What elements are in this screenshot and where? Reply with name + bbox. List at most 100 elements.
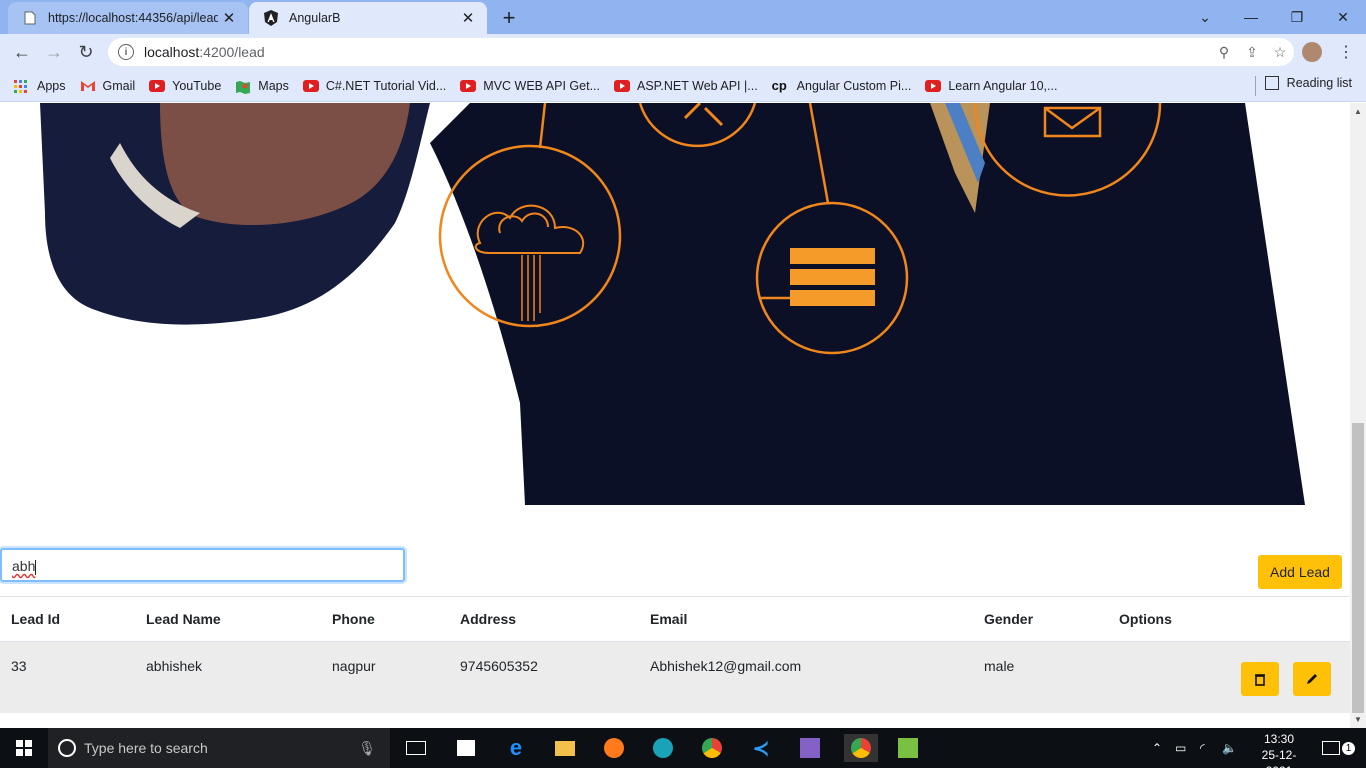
menu-kebab-icon[interactable]: ⋮ [1338, 42, 1354, 62]
youtube-icon [149, 79, 166, 92]
gmail-icon [80, 80, 96, 92]
url-text[interactable]: localhost:4200/lead [144, 44, 1210, 60]
close-tab-icon[interactable]: ✕ [218, 9, 240, 27]
header-email: Email [650, 611, 688, 627]
angular-icon [263, 10, 279, 26]
windows-start-icon[interactable] [10, 734, 38, 762]
close-window-icon[interactable]: ✕ [1320, 0, 1366, 34]
task-view-icon[interactable] [402, 734, 430, 762]
youtube-icon [460, 79, 477, 92]
header-phone: Phone [332, 611, 375, 627]
bookmarks-bar: Apps Gmail YouTube Maps C#.NET Tutorial … [0, 70, 1366, 102]
maps-icon [235, 80, 251, 94]
delete-lead-button[interactable] [1241, 662, 1279, 696]
header-lead-name: Lead Name [146, 611, 221, 627]
tab-title: https://localhost:44356/api/lead [48, 11, 218, 25]
reload-icon[interactable]: ↻ [74, 40, 98, 64]
profile-avatar[interactable] [1302, 42, 1322, 62]
bookmark-aspnet-web-api[interactable]: ASP.NET Web API |... [614, 79, 758, 93]
browser-toolbar: ← → ↻ i localhost:4200/lead ⚲ ⇪ ☆ ⋮ [0, 34, 1366, 70]
windows-taskbar: Type here to search 🎙 e ≺ ⌃ ▭ ◜ 🔈 13:30 … [0, 728, 1366, 778]
cell-email: Abhishek12@gmail.com [650, 658, 802, 674]
firefox-icon[interactable] [600, 734, 628, 762]
taskbar-search-box[interactable]: Type here to search 🎙 [48, 728, 390, 768]
add-lead-button[interactable]: Add Lead [1258, 555, 1342, 589]
table-row: 33 abhishek nagpur 9745605352 Abhishek12… [0, 641, 1350, 713]
volume-icon[interactable]: 🔈 [1222, 728, 1237, 768]
search-icon [58, 739, 76, 757]
tab-api-lead[interactable]: https://localhost:44356/api/lead ✕ [8, 2, 248, 34]
back-icon[interactable]: ← [10, 40, 34, 64]
cell-phone: nagpur [332, 658, 376, 674]
forward-icon[interactable]: → [42, 40, 66, 64]
cell-gender: male [984, 658, 1015, 674]
chrome-icon[interactable] [698, 734, 726, 762]
file-explorer-icon[interactable] [551, 734, 579, 762]
header-options: Options [1119, 611, 1172, 627]
apps-grid-icon [14, 79, 30, 93]
bookmark-youtube[interactable]: YouTube [149, 79, 221, 93]
header-address: Address [460, 611, 517, 627]
page-content: abh Add Lead Lead Id Lead Name Phone Add… [0, 103, 1350, 728]
edge-icon[interactable] [649, 734, 677, 762]
tab-angularb[interactable]: AngularB ✕ [249, 2, 487, 34]
cell-address: 9745605352 [460, 658, 538, 674]
snipping-tool-icon[interactable] [894, 734, 922, 762]
wifi-icon[interactable]: ◜ [1200, 728, 1205, 768]
reading-list-icon [1264, 76, 1279, 90]
youtube-icon [614, 79, 630, 92]
leads-table: Lead Id Lead Name Phone Address Email Ge… [0, 596, 1350, 713]
minimize-icon[interactable]: — [1228, 0, 1274, 34]
bookmark-angular-custom-pipe[interactable]: cp Angular Custom Pi... [772, 78, 912, 93]
visual-studio-icon[interactable] [796, 734, 824, 762]
scroll-up-icon[interactable]: ▲ [1354, 107, 1362, 116]
notification-count-badge: 1 [1342, 741, 1355, 755]
bookmark-apps[interactable]: Apps [14, 79, 66, 93]
close-tab-icon[interactable]: ✕ [457, 9, 479, 27]
vscode-icon[interactable]: ≺ [747, 734, 775, 762]
restore-icon[interactable]: ❐ [1274, 0, 1320, 34]
system-clock[interactable]: 13:30 25-12-2021 [1256, 731, 1302, 779]
youtube-icon [302, 79, 319, 92]
header-gender: Gender [984, 611, 1034, 627]
edit-lead-button[interactable] [1293, 662, 1331, 696]
hero-banner-image [0, 103, 1350, 505]
share-icon[interactable]: ⇪ [1238, 44, 1266, 61]
trash-icon [1255, 673, 1265, 686]
bookmark-csharp-tutorial[interactable]: C#.NET Tutorial Vid... [302, 79, 446, 93]
pencil-icon [1307, 674, 1317, 684]
new-tab-button[interactable]: + [498, 5, 520, 31]
tab-strip: https://localhost:44356/api/lead ✕ Angul… [0, 0, 1366, 34]
tab-search-icon[interactable]: ⌄ [1182, 0, 1228, 34]
notification-center-icon[interactable]: 1 [1322, 728, 1355, 768]
show-hidden-icons[interactable]: ⌃ [1152, 728, 1162, 768]
bookmark-star-icon[interactable]: ☆ [1266, 44, 1294, 61]
reading-list-button[interactable]: Reading list [1264, 76, 1352, 90]
page-scrollbar[interactable]: ▲ ▼ [1350, 103, 1366, 728]
battery-icon[interactable]: ▭ [1175, 728, 1186, 768]
bookmark-learn-angular[interactable]: Learn Angular 10,... [925, 79, 1057, 93]
site-info-icon[interactable]: i [118, 44, 134, 60]
text-caret [35, 559, 37, 575]
table-header: Lead Id Lead Name Phone Address Email Ge… [0, 596, 1350, 641]
search-input[interactable]: abh [0, 548, 405, 582]
page-icon [22, 10, 38, 26]
cell-lead-name: abhishek [146, 658, 203, 674]
youtube-icon [925, 79, 942, 92]
scroll-down-icon[interactable]: ▼ [1354, 715, 1362, 724]
tab-title: AngularB [289, 11, 341, 25]
microphone-icon[interactable]: 🎙 [358, 740, 376, 757]
bookmark-maps[interactable]: Maps [235, 79, 289, 94]
scrollbar-thumb[interactable] [1352, 423, 1364, 713]
bookmark-mvc-web-api[interactable]: MVC WEB API Get... [460, 79, 600, 93]
header-lead-id: Lead Id [11, 611, 61, 627]
cp-icon: cp [771, 78, 787, 93]
bookmark-gmail[interactable]: Gmail [80, 79, 135, 93]
cell-lead-id: 33 [11, 658, 27, 674]
bookmarks-divider [1255, 76, 1256, 96]
microsoft-store-icon[interactable] [452, 734, 480, 762]
edge-legacy-icon[interactable]: e [502, 734, 530, 762]
zoom-icon[interactable]: ⚲ [1210, 44, 1238, 61]
address-bar[interactable]: i localhost:4200/lead ⚲ ⇪ ☆ [108, 38, 1294, 66]
chrome-active-icon[interactable] [844, 734, 878, 762]
